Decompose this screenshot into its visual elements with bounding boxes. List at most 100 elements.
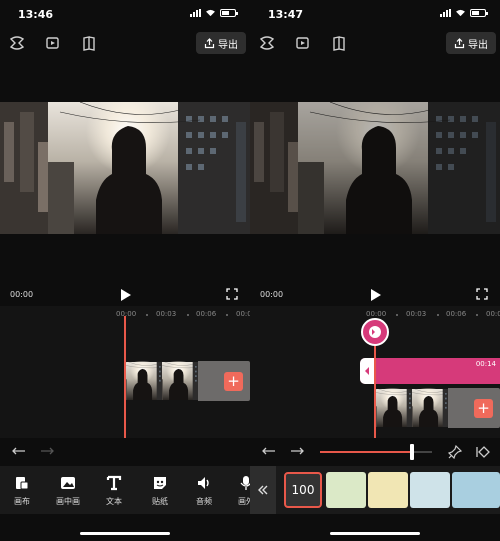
top-toolbar: 导出: [250, 30, 500, 56]
export-button[interactable]: 导出: [446, 32, 496, 54]
book-icon[interactable]: [80, 34, 98, 52]
wifi-icon: [206, 9, 215, 17]
canvas-icon: [16, 477, 29, 490]
preview-frame-image: [250, 102, 500, 234]
upload-icon: [454, 37, 465, 48]
fullscreen-icon[interactable]: [226, 288, 238, 300]
status-icons: [440, 9, 488, 17]
ruler-tick-label: 00:00: [366, 310, 387, 318]
filter-swatch[interactable]: [452, 472, 500, 508]
collapse-panel-button[interactable]: [250, 466, 276, 514]
history-controls: [250, 442, 500, 462]
magic-tools-icon[interactable]: [258, 34, 276, 52]
status-bar: 13:46: [0, 0, 250, 28]
right-editor-screen: 13:47 导出 00:00 00:00 00:03 00:06 00:0 00…: [250, 0, 500, 541]
audio-icon: [198, 477, 209, 489]
slider-fill: [320, 451, 412, 453]
video-preview[interactable]: [0, 102, 250, 234]
ruler-tick-label: 00:00: [116, 310, 137, 318]
timecode: 00:00: [260, 290, 284, 299]
canvas-tool-button[interactable]: 画布: [4, 474, 40, 507]
filter-swatch[interactable]: [326, 472, 366, 508]
status-bar: 13:47: [250, 0, 500, 28]
redo-icon[interactable]: [40, 446, 54, 458]
pip-duration: 00:14: [475, 360, 496, 368]
timeline[interactable]: 00:00 00:03 00:06 00:0 +: [0, 306, 250, 438]
playhead[interactable]: [124, 316, 126, 438]
audio-tool-button[interactable]: 音频: [186, 474, 222, 507]
opacity-slider[interactable]: [320, 442, 432, 462]
ruler-tick-label: 00:06: [196, 310, 217, 318]
playhead[interactable]: [374, 346, 376, 438]
video-frame-icon[interactable]: [294, 34, 312, 52]
tool-label: 文本: [106, 497, 122, 506]
export-button[interactable]: 导出: [196, 32, 246, 54]
speed-value-chip[interactable]: 100: [284, 472, 322, 508]
keyframe-toggle-icon[interactable]: [474, 445, 490, 459]
tool-label: 画中画: [56, 497, 80, 506]
voiceover-tool-button[interactable]: 画外: [228, 474, 250, 507]
wifi-icon: [456, 9, 465, 17]
slider-handle[interactable]: [409, 444, 414, 460]
book-icon[interactable]: [330, 34, 348, 52]
redo-icon[interactable]: [290, 446, 304, 458]
tool-label: 音频: [196, 497, 212, 506]
timeline[interactable]: 00:00 00:03 00:06 00:0 00:14 +: [250, 306, 500, 438]
magic-tools-icon[interactable]: [8, 34, 26, 52]
home-indicator: [80, 532, 170, 535]
signal-icon: [190, 9, 201, 17]
clip-thumbnail: [412, 388, 448, 428]
tool-label: 贴纸: [152, 497, 168, 506]
clip-thumbnail: [162, 361, 198, 401]
add-clip-button[interactable]: +: [474, 399, 493, 418]
clip-thumbnail: [376, 388, 412, 428]
pin-icon[interactable]: [448, 445, 462, 459]
status-time: 13:46: [18, 8, 54, 21]
sticker-icon: [154, 477, 166, 489]
ruler-tick-label: 00:0: [236, 310, 250, 318]
undo-icon[interactable]: [12, 446, 26, 458]
status-time: 13:47: [268, 8, 304, 21]
add-clip-button[interactable]: +: [224, 372, 243, 391]
ruler-tick-label: 00:0: [486, 310, 500, 318]
tool-label: 画布: [14, 497, 30, 506]
play-icon[interactable]: [120, 288, 132, 302]
trim-handle[interactable]: [360, 358, 374, 384]
history-controls: [0, 442, 250, 462]
play-icon[interactable]: [370, 288, 382, 302]
picture-in-picture-icon: [61, 477, 75, 489]
text-icon: [106, 475, 122, 491]
tool-label: 画外: [238, 497, 250, 506]
playback-controls: 00:00: [250, 286, 500, 304]
filter-swatch[interactable]: [368, 472, 408, 508]
export-label: 导出: [468, 39, 488, 51]
ruler-tick-label: 00:03: [406, 310, 427, 318]
fullscreen-icon[interactable]: [476, 288, 488, 300]
pip-track-clip[interactable]: 00:14: [360, 358, 500, 384]
battery-icon: [470, 9, 488, 17]
ruler-tick-label: 00:03: [156, 310, 177, 318]
playback-controls: 00:00: [0, 286, 250, 304]
status-icons: [190, 9, 238, 17]
keyframe-marker[interactable]: [361, 318, 389, 346]
home-indicator: [330, 532, 420, 535]
speed-value: 100: [291, 483, 315, 497]
preview-frame-image: [0, 102, 250, 234]
video-frame-icon[interactable]: [44, 34, 62, 52]
undo-icon[interactable]: [262, 446, 276, 458]
double-chevron-left-icon: [258, 485, 268, 495]
filter-swatch[interactable]: [410, 472, 450, 508]
bottom-tool-bar: 画布 画中画 文本 贴纸 音频 画外: [0, 466, 250, 514]
sticker-tool-button[interactable]: 贴纸: [142, 474, 178, 507]
upload-icon: [204, 37, 215, 48]
video-preview[interactable]: [250, 102, 500, 234]
keyframe-icon: [369, 326, 381, 338]
timecode: 00:00: [10, 290, 34, 299]
signal-icon: [440, 9, 451, 17]
voiceover-icon: [240, 476, 250, 490]
top-toolbar: 导出: [0, 30, 250, 56]
left-editor-screen: 13:46 导出 00:00 00:00 00:03 00:06 00:0 + …: [0, 0, 250, 541]
text-tool-button[interactable]: 文本: [96, 474, 132, 507]
pip-tool-button[interactable]: 画中画: [50, 474, 86, 507]
ruler-tick-label: 00:06: [446, 310, 467, 318]
